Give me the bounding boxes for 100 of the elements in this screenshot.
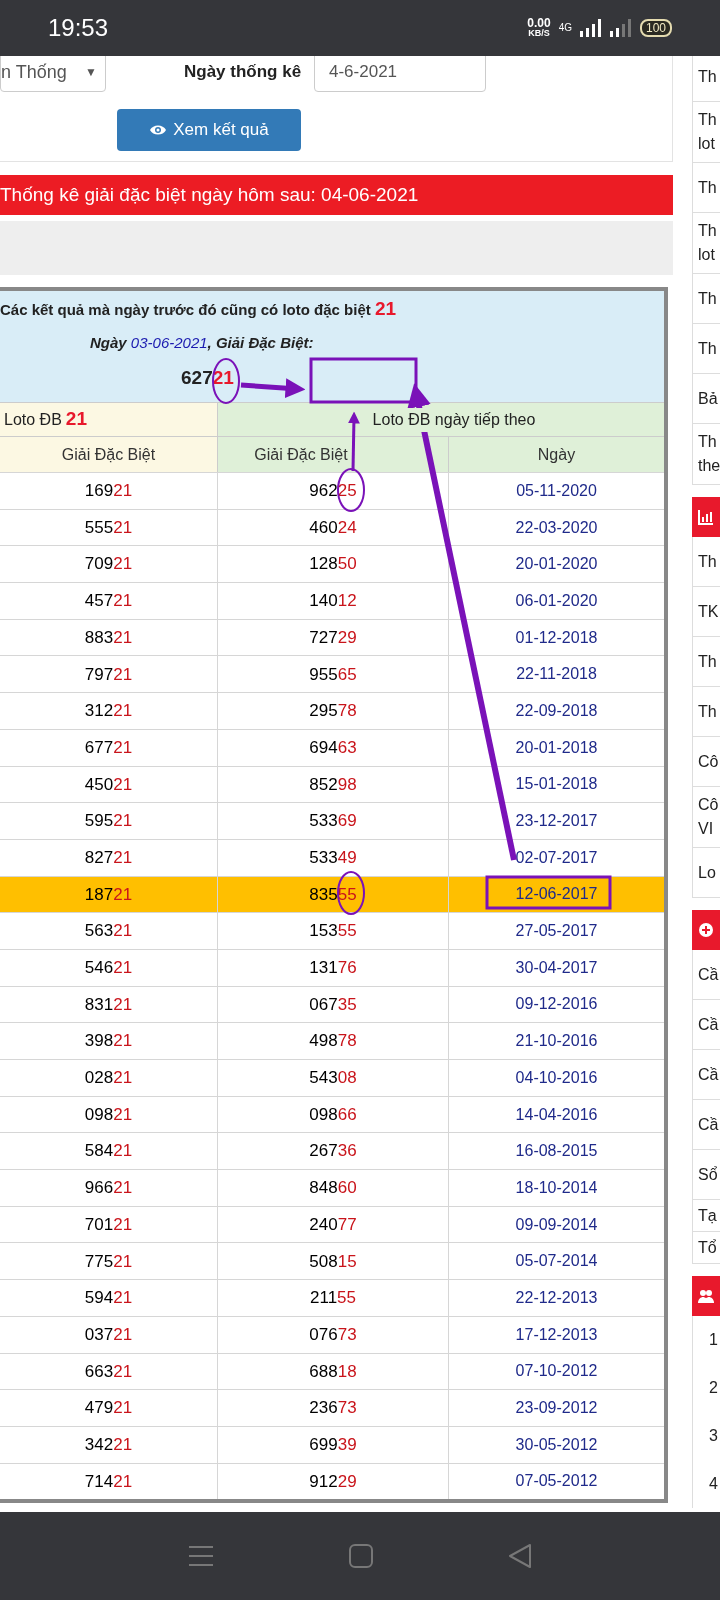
date-link[interactable]: 23-09-2012 — [515, 1396, 598, 1421]
select-field[interactable]: n Thống ▼ — [0, 56, 106, 92]
table-row[interactable]: 70921 12850 20-01-2020 — [0, 545, 664, 583]
table-row[interactable]: 18721 83555 12-06-2017 — [0, 875, 664, 913]
date-link[interactable]: 15-01-2018 — [515, 772, 598, 797]
date-link[interactable]: 27-05-2017 — [515, 919, 598, 944]
sidebar-item[interactable]: Th lot — [692, 102, 720, 163]
date-link[interactable]: 14-04-2016 — [515, 1102, 598, 1127]
menu-icon[interactable] — [187, 1545, 214, 1567]
sidebar-item[interactable]: 1 — [692, 1316, 720, 1364]
table-cell-text: 72729 — [309, 626, 357, 649]
table-cell-text: 53369 — [309, 810, 357, 833]
table-cell-text: 02821 — [84, 1067, 133, 1090]
table-row[interactable]: 71421 91229 07-05-2012 — [0, 1462, 664, 1500]
sidebar-item[interactable]: Th — [692, 537, 720, 587]
date-link[interactable]: 06-01-2020 — [515, 588, 598, 613]
table-row[interactable]: 02821 54308 04-10-2016 — [0, 1059, 664, 1096]
table-cell-text: 82721 — [84, 846, 133, 869]
table-row[interactable]: 66321 68818 07-10-2012 — [0, 1352, 664, 1390]
date-link[interactable]: 30-05-2012 — [515, 1432, 598, 1457]
sidebar-item[interactable]: Cầ — [692, 1050, 720, 1100]
sidebar-item[interactable]: Lo — [692, 848, 720, 898]
table-row[interactable]: 55521 46024 22-03-2020 — [0, 508, 664, 546]
date-link[interactable]: 30-04-2017 — [515, 955, 598, 980]
date-link[interactable]: 16-08-2015 — [515, 1139, 598, 1164]
sidebar-item[interactable]: Th — [692, 163, 720, 213]
table-row[interactable]: 82721 53349 02-07-2017 — [0, 838, 664, 876]
date-link[interactable]: 17-12-2013 — [515, 1322, 598, 1347]
table-row[interactable]: 54621 13176 30-04-2017 — [0, 948, 664, 986]
sidebar-item[interactable]: Tổ — [692, 1232, 720, 1264]
date-link[interactable]: 01-12-2018 — [515, 625, 598, 650]
table-cell-text: 45721 — [84, 590, 133, 613]
table-cell-text: 14012 — [309, 590, 357, 613]
table-row[interactable]: 79721 95565 22-11-2018 — [0, 655, 664, 693]
table-cell-text: 12850 — [309, 553, 357, 576]
table-row[interactable]: 67721 69463 20-01-2018 — [0, 728, 664, 766]
date-link[interactable]: 09-12-2016 — [515, 992, 598, 1017]
table-row[interactable]: 39821 49878 21-10-2016 — [0, 1022, 664, 1059]
back-icon[interactable] — [508, 1543, 533, 1569]
column-header: Giải Đặc Biệt — [61, 444, 156, 465]
table-row[interactable]: 59521 53369 23-12-2017 — [0, 802, 664, 839]
table-row[interactable]: 56321 15355 27-05-2017 — [0, 912, 664, 949]
sidebar-item[interactable]: 4 — [692, 1460, 720, 1508]
table-row[interactable]: 45721 14012 06-01-2020 — [0, 582, 664, 619]
sidebar-item[interactable]: Th — [692, 56, 720, 102]
date-field[interactable]: 4-6-2021 — [314, 56, 486, 92]
sidebar-item[interactable]: Th — [692, 274, 720, 324]
table-row[interactable]: 96621 84860 18-10-2014 — [0, 1169, 664, 1206]
sidebar-item[interactable]: Cầ — [692, 950, 720, 1000]
date-link[interactable]: 05-07-2014 — [515, 1249, 598, 1274]
sidebar-item[interactable]: 3 — [692, 1412, 720, 1460]
sidebar-item[interactable]: Sổ — [692, 1150, 720, 1200]
date-link[interactable]: 02-07-2017 — [515, 845, 598, 870]
table-row[interactable]: 77521 50815 05-07-2014 — [0, 1242, 664, 1280]
results-title: Các kết quả mà ngày trước đó cũng có loto đặc biệt 21 — [0, 297, 397, 321]
home-icon[interactable] — [349, 1544, 373, 1568]
table-cell-text: 70921 — [84, 553, 133, 576]
view-results-button[interactable]: Xem kết quả — [117, 109, 301, 151]
table-row[interactable]: 45021 85298 15-01-2018 — [0, 765, 664, 803]
date-link[interactable]: 22-09-2018 — [515, 698, 598, 723]
sidebar-item[interactable]: Cô — [692, 737, 720, 787]
table-row[interactable]: 59421 21155 22-12-2013 — [0, 1279, 664, 1316]
table-row[interactable]: 09821 09866 14-04-2016 — [0, 1095, 664, 1133]
sidebar-item[interactable]: Th — [692, 687, 720, 737]
table-row[interactable]: 16921 96225 05-11-2020 — [0, 472, 664, 509]
date-link[interactable]: 22-11-2018 — [516, 662, 597, 687]
date-link[interactable]: 07-10-2012 — [515, 1359, 598, 1384]
table-row[interactable]: 88321 72729 01-12-2018 — [0, 618, 664, 656]
sidebar-item[interactable]: Cầ — [692, 1000, 720, 1050]
date-link[interactable]: 22-12-2013 — [515, 1285, 598, 1310]
sidebar-item[interactable]: Th — [692, 637, 720, 687]
date-link[interactable]: 21-10-2016 — [515, 1029, 598, 1054]
sidebar-item[interactable]: Tạ — [692, 1200, 720, 1232]
table-row[interactable]: 34221 69939 30-05-2012 — [0, 1425, 664, 1463]
date-link[interactable]: 04-10-2016 — [515, 1065, 598, 1090]
date-link[interactable]: 05-11-2020 — [516, 478, 597, 503]
sidebar-item[interactable]: Cô VI — [692, 787, 720, 848]
table-row[interactable]: 70121 24077 09-09-2014 — [0, 1205, 664, 1243]
sidebar-item[interactable]: Th the — [692, 424, 720, 485]
table-row[interactable]: 47921 23673 23-09-2012 — [0, 1389, 664, 1426]
table-row[interactable]: 83121 06735 09-12-2016 — [0, 985, 664, 1023]
bar-chart-icon — [698, 509, 714, 525]
date-link[interactable]: 09-09-2014 — [515, 1212, 598, 1237]
table-row[interactable]: 03721 07673 17-12-2013 — [0, 1315, 664, 1353]
date-link[interactable]: 12-06-2017 — [515, 882, 598, 907]
date-link[interactable]: 23-12-2017 — [515, 809, 598, 834]
sidebar-item[interactable]: Th lot — [692, 213, 720, 274]
sidebar-item[interactable]: 2 — [692, 1364, 720, 1412]
sidebar-item[interactable]: Th — [692, 324, 720, 374]
sidebar-item[interactable]: Bả — [692, 374, 720, 424]
table-row[interactable]: 58421 26736 16-08-2015 — [0, 1132, 664, 1170]
date-link[interactable]: 22-03-2020 — [515, 515, 598, 540]
date-link[interactable]: 18-10-2014 — [515, 1175, 598, 1200]
table-row[interactable]: 31221 29578 22-09-2018 — [0, 692, 664, 729]
date-link[interactable]: 07-05-2012 — [515, 1469, 598, 1494]
date-link[interactable]: 20-01-2020 — [515, 552, 598, 577]
date-link[interactable]: 20-01-2018 — [515, 735, 598, 760]
table-cell-text: 06735 — [309, 993, 357, 1016]
sidebar-item[interactable]: TK — [692, 587, 720, 637]
sidebar-item[interactable]: Cầ — [692, 1100, 720, 1150]
